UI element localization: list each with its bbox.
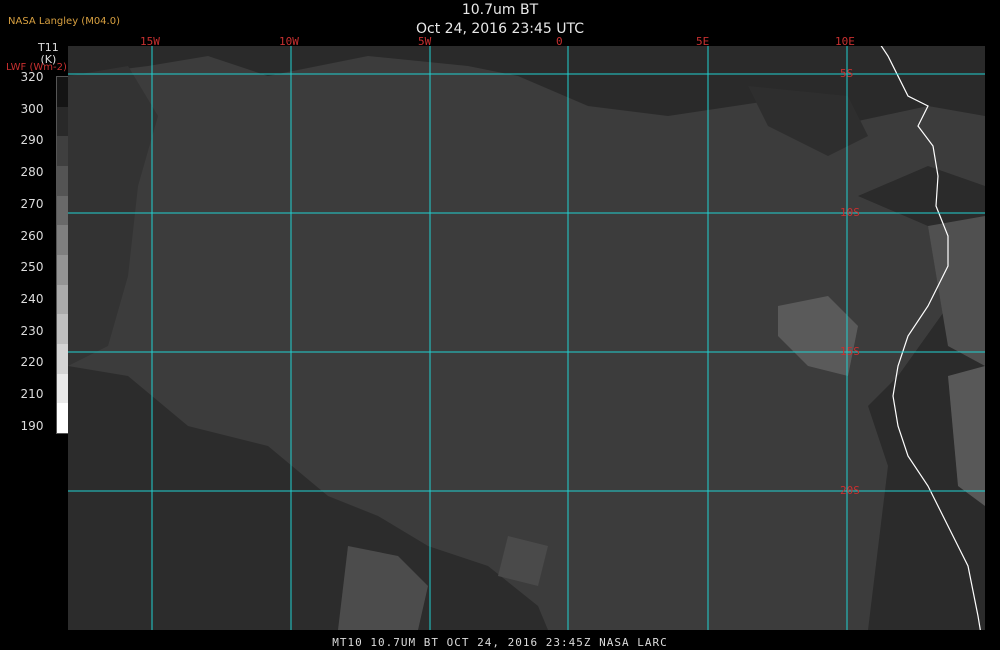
colorbar-tick-label: 320: [20, 70, 44, 84]
latitude-label: 15S: [840, 345, 860, 358]
footer-caption: MT10 10.7UM BT OCT 24, 2016 23:45Z NASA …: [332, 636, 668, 649]
colorbar-tick-label: 230: [20, 323, 44, 338]
map-canvas: [68, 46, 985, 630]
colorbar-tick-label: 270: [20, 196, 44, 211]
colorbar-tick-label: 220: [20, 355, 44, 370]
latitude-label: 10S: [840, 206, 860, 219]
colorbar-tick-label: 240: [20, 291, 44, 306]
longitude-label: 15W: [140, 35, 160, 48]
image-title: 10.7um BT: [461, 2, 539, 18]
colorbar-tick-label: 280: [20, 165, 44, 180]
longitude-label: 5W: [418, 35, 432, 48]
colorbar-tick-label: 190: [20, 418, 44, 433]
colorbar-tick-label: 250: [20, 260, 44, 275]
longitude-label: 10W: [279, 35, 299, 48]
latitude-label: 5S: [840, 67, 854, 80]
producer-label: NASA Langley (M04.0): [8, 16, 120, 27]
colorbar-tick-label: 260: [20, 228, 44, 243]
colorbar-tick-label: 210: [20, 387, 44, 401]
longitude-label: 5E: [696, 35, 710, 48]
satellite-map: [68, 46, 985, 630]
longitude-label: 10E: [835, 35, 855, 48]
longitude-label: 0: [556, 35, 563, 48]
colorbar-tick-label: 290: [20, 133, 44, 148]
colorbar-tick-label: 300: [20, 101, 44, 116]
latitude-label: 20S: [840, 484, 860, 497]
